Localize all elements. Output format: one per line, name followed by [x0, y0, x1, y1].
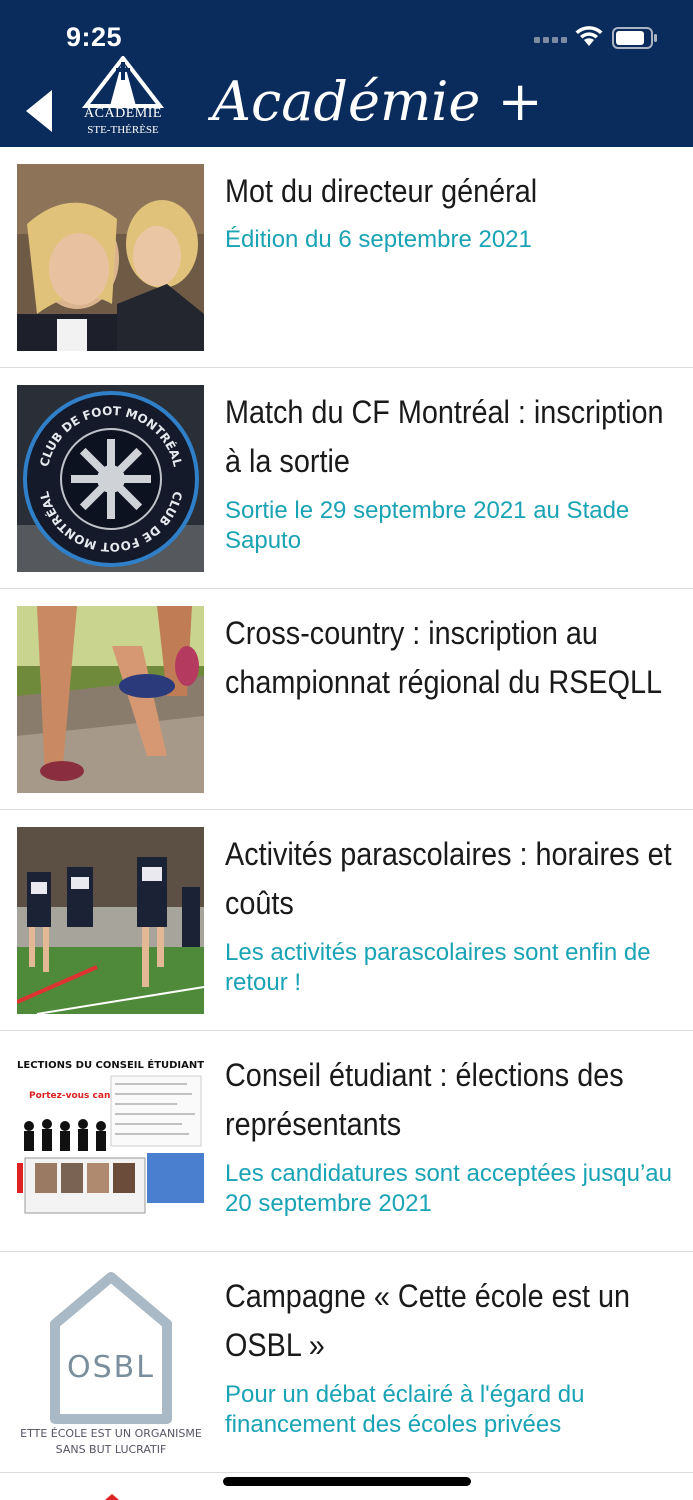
article-thumbnail — [17, 606, 204, 793]
app-header: 9:25 ACADÉMIE STE-THÉRÈSE Académie + — [0, 0, 693, 147]
list-item[interactable]: OSBL ETTE ÉCOLE EST UN ORGANISME SANS BU… — [0, 1252, 693, 1473]
article-list: Mot du directeur général Édition du 6 se… — [0, 147, 693, 1473]
article-thumbnail: LECTIONS DU CONSEIL ÉTUDIANT 2021-2 Port… — [17, 1048, 204, 1235]
article-title: Conseil étudiant : élections des représe… — [225, 1057, 624, 1142]
article-thumbnail — [17, 164, 204, 351]
article-thumbnail: CLUB DE FOOT MONTRÉAL CLUB DE FOOT MONTR… — [17, 385, 204, 572]
article-title: Activités parascolaires : horaires et co… — [225, 836, 672, 921]
article-subtitle: Pour un débat éclairé à l'égard du finan… — [225, 1381, 585, 1438]
article-title: Mot du directeur général — [225, 173, 538, 209]
academie-logo: ACADÉMIE STE-THÉRÈSE — [80, 54, 166, 140]
logo-mountain-icon — [81, 54, 165, 108]
article-subtitle: Les activités parascolaires sont enfin d… — [225, 939, 651, 996]
battery-icon — [612, 27, 657, 49]
article-subtitle: Édition du 6 septembre 2021 — [225, 226, 532, 253]
logo-text-line2: STE-THÉRÈSE — [87, 124, 159, 136]
poster-heading: LECTIONS DU CONSEIL ÉTUDIANT 2021-2 — [17, 1058, 204, 1071]
app-title: Académie + — [212, 70, 543, 133]
list-item[interactable]: Activités parascolaires : horaires et co… — [0, 810, 693, 1031]
article-title: Cross-country : inscription au championn… — [225, 615, 663, 700]
article-subtitle: Les candidatures sont acceptées jusqu’au… — [225, 1160, 672, 1217]
list-item[interactable]: Mot du directeur général Édition du 6 se… — [0, 147, 693, 368]
wifi-icon — [575, 26, 603, 46]
article-title: Campagne « Cette école est un OSBL » — [225, 1278, 631, 1363]
article-subtitle: Sortie le 29 septembre 2021 au Stade Sap… — [225, 497, 630, 554]
article-thumbnail — [17, 827, 204, 1014]
next-item-thumbnail-peek — [105, 1494, 119, 1500]
osbl-caption-line1: ETTE ÉCOLE EST UN ORGANISME — [20, 1427, 202, 1440]
home-indicator[interactable] — [223, 1477, 471, 1486]
list-item[interactable]: Cross-country : inscription au championn… — [0, 589, 693, 810]
list-item[interactable]: LECTIONS DU CONSEIL ÉTUDIANT 2021-2 Port… — [0, 1031, 693, 1252]
list-item[interactable]: CLUB DE FOOT MONTRÉAL CLUB DE FOOT MONTR… — [0, 368, 693, 589]
osbl-caption-line2: SANS BUT LUCRATIF — [56, 1443, 167, 1456]
logo-text-line1: ACADÉMIE — [84, 106, 162, 121]
article-thumbnail: OSBL ETTE ÉCOLE EST UN ORGANISME SANS BU… — [17, 1269, 204, 1456]
back-arrow-icon[interactable] — [20, 86, 60, 136]
cellular-signal-icon — [534, 37, 567, 43]
article-title: Match du CF Montréal : inscription à la … — [225, 394, 664, 479]
osbl-logo-text: OSBL — [67, 1350, 155, 1385]
status-time: 9:25 — [66, 22, 123, 52]
